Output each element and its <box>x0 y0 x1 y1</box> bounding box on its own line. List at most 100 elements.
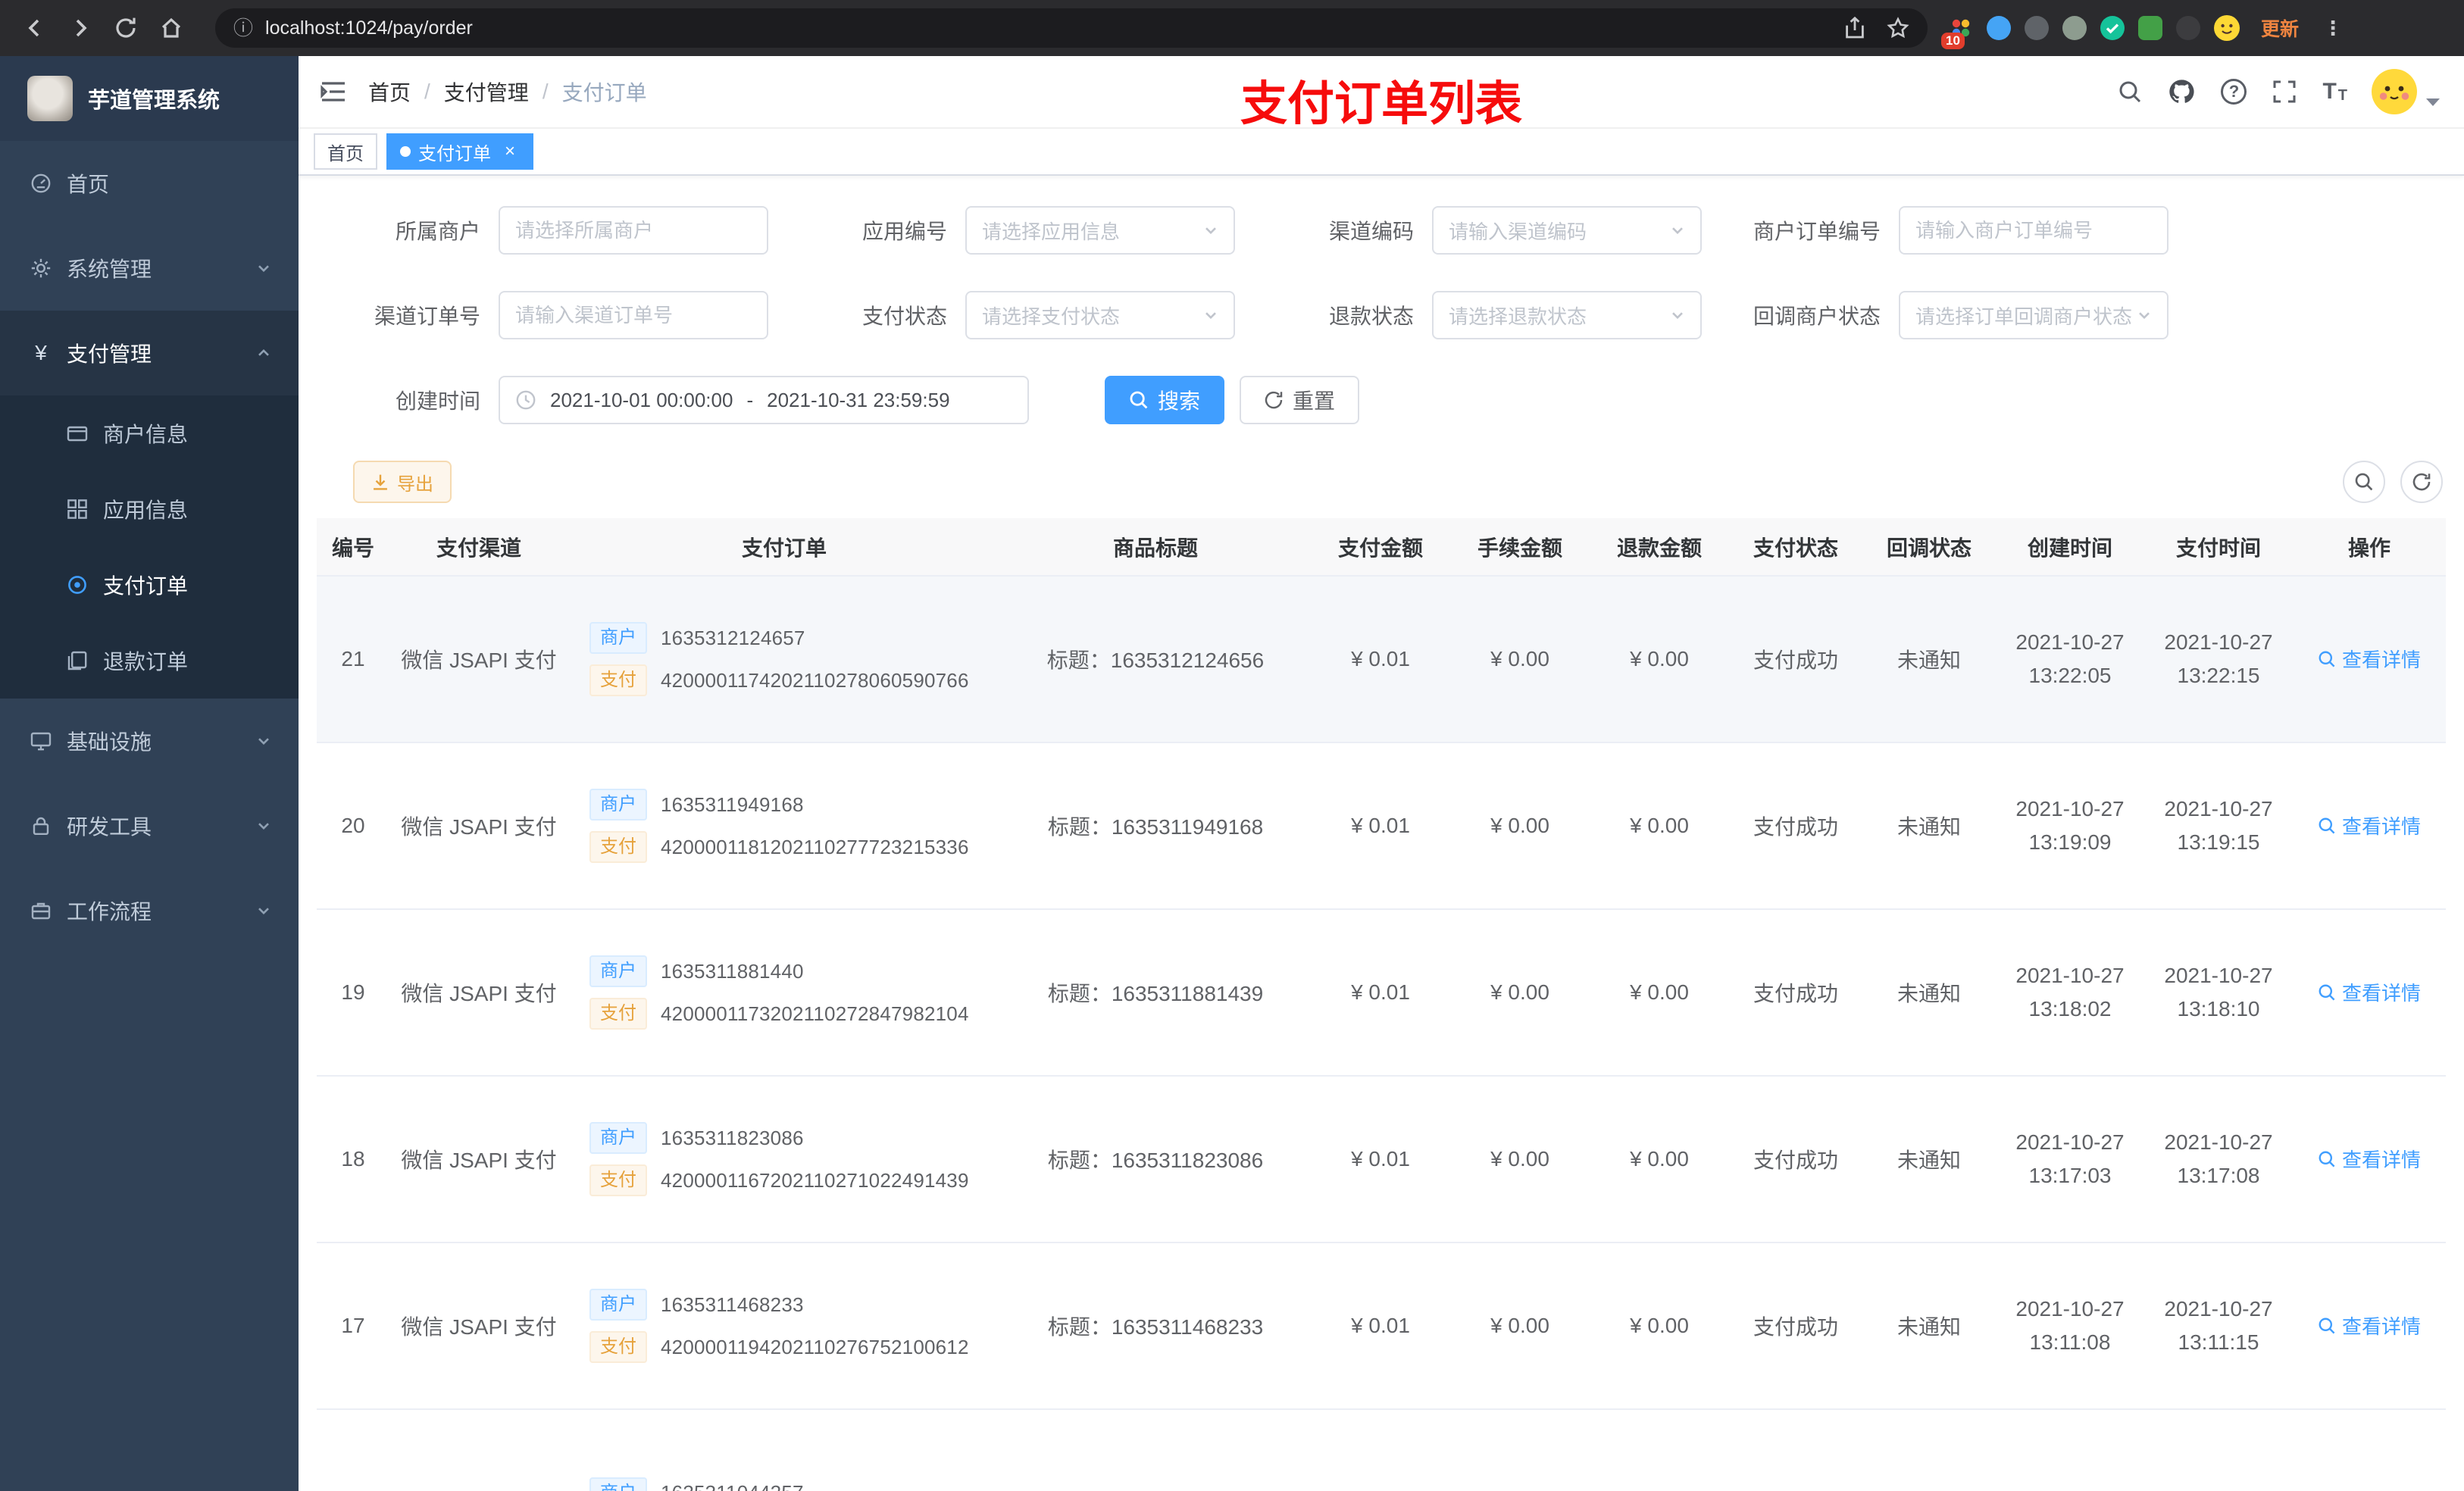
view-detail-link[interactable]: 查看详情 <box>2318 645 2421 673</box>
merchant-tag: 商户 <box>589 955 647 987</box>
pay-status-select[interactable]: 请选择支付状态 <box>965 291 1235 339</box>
col-header: 手续金额 <box>1450 518 1590 577</box>
refresh-table-button[interactable] <box>2400 461 2443 503</box>
browser-chrome: ⓘ localhost:1024/pay/order 10 更新 ⋮ <box>0 0 2464 56</box>
orders-table: 编号 支付渠道 支付订单 商品标题 支付金额 手续金额 退款金额 支付状态 回调… <box>299 518 2464 1491</box>
col-header: 支付金额 <box>1311 518 1450 577</box>
extension-circle-icon[interactable] <box>2025 16 2049 40</box>
tag-tabs-bar: 首页 支付订单 × <box>299 129 2464 176</box>
sidebar-item-dev-tools[interactable]: 研发工具 <box>0 783 299 868</box>
app-logo[interactable]: 芋道管理系统 <box>0 56 299 141</box>
reload-icon[interactable] <box>106 8 145 48</box>
extension-grid-icon[interactable]: 10 <box>1941 16 1973 49</box>
merchant-input[interactable] <box>499 206 768 255</box>
back-icon[interactable] <box>15 8 55 48</box>
sidebar-item-label: 系统管理 <box>67 258 152 281</box>
font-size-icon[interactable]: TT <box>2322 79 2347 105</box>
breadcrumb-separator: / <box>424 80 430 103</box>
app-select[interactable]: 请选择应用信息 <box>965 206 1235 255</box>
extension-chat-icon[interactable] <box>2138 16 2162 40</box>
briefcase-icon <box>30 900 52 921</box>
notify-status-select[interactable]: 请选择订单回调商户状态 <box>1899 291 2169 339</box>
clock-icon <box>515 389 536 411</box>
reset-button[interactable]: 重置 <box>1240 376 1360 424</box>
toggle-search-button[interactable] <box>2343 461 2385 503</box>
sidebar-item-pay-order[interactable]: 支付订单 <box>0 547 299 623</box>
breadcrumb: 首页 / 支付管理 / 支付订单 <box>368 77 647 107</box>
sidebar-item-home[interactable]: 首页 <box>0 141 299 226</box>
export-button[interactable]: 导出 <box>353 461 452 503</box>
avatar-caret-icon[interactable] <box>2426 98 2440 106</box>
merchant-order-no-input[interactable] <box>1899 206 2169 255</box>
filter-label: 应用编号 <box>861 220 947 243</box>
tab-pay-order[interactable]: 支付订单 × <box>386 133 533 170</box>
table-row-partial: 商户1635311044257 <box>317 1409 2446 1491</box>
extension-circle2-icon[interactable] <box>2062 16 2087 40</box>
logo-image <box>27 76 73 121</box>
sidebar-item-pay[interactable]: ¥ 支付管理 <box>0 311 299 395</box>
chrome-update-button[interactable]: 更新 <box>2253 11 2306 45</box>
extension-check-icon[interactable] <box>2100 16 2125 40</box>
channel-order-no-input[interactable] <box>499 291 768 339</box>
github-icon[interactable] <box>2168 78 2195 105</box>
view-detail-link[interactable]: 查看详情 <box>2318 978 2421 1006</box>
channel-code-select[interactable]: 请输入渠道编码 <box>1432 206 1702 255</box>
search-icon[interactable] <box>2118 80 2142 104</box>
sidebar-item-merchant-info[interactable]: 商户信息 <box>0 395 299 471</box>
sidebar-item-infra[interactable]: 基础设施 <box>0 699 299 783</box>
user-avatar[interactable] <box>2372 69 2417 114</box>
chrome-menu-icon[interactable]: ⋮ <box>2323 17 2343 40</box>
merchant-tag: 商户 <box>589 1477 647 1491</box>
merchant-tag: 商户 <box>589 1122 647 1154</box>
sidebar-item-workflow[interactable]: 工作流程 <box>0 868 299 953</box>
search-button[interactable]: 搜索 <box>1105 376 1225 424</box>
filter-label: 创建时间 <box>395 389 480 413</box>
help-icon[interactable]: ? <box>2221 79 2247 105</box>
col-header: 编号 <box>317 518 389 577</box>
fullscreen-icon[interactable] <box>2272 80 2297 104</box>
lock-icon <box>30 815 52 836</box>
grid-icon <box>67 499 88 520</box>
url-bar[interactable]: ⓘ localhost:1024/pay/order <box>215 8 1928 48</box>
pay-tag: 支付 <box>589 831 647 863</box>
table-row: 20 微信 JSAPI 支付 商户 1635311949168 支付 4200001… <box>317 742 2446 910</box>
gear-icon <box>30 258 52 279</box>
sidebar-item-label: 支付管理 <box>67 342 152 366</box>
view-detail-link[interactable]: 查看详情 <box>2318 1145 2421 1173</box>
filter-label: 所属商户 <box>395 220 480 243</box>
close-tab-icon[interactable]: × <box>500 142 520 161</box>
extension-pin-icon[interactable] <box>2176 16 2200 40</box>
bookmark-star-icon[interactable] <box>1887 17 1909 39</box>
chevron-down-icon <box>256 818 271 833</box>
date-separator: - <box>746 388 754 411</box>
tab-home[interactable]: 首页 <box>314 133 377 170</box>
page-overlay-title: 支付订单列表 <box>1240 78 1523 130</box>
site-info-icon[interactable]: ⓘ <box>233 18 253 38</box>
col-header: 创建时间 <box>1996 518 2144 577</box>
profile-avatar-icon[interactable] <box>2214 15 2240 41</box>
share-icon[interactable] <box>1844 17 1865 39</box>
breadcrumb-pay[interactable]: 支付管理 <box>444 77 529 107</box>
sidebar-item-label: 基础设施 <box>67 730 152 754</box>
merchant-tag: 商户 <box>589 1289 647 1321</box>
view-detail-link[interactable]: 查看详情 <box>2318 811 2421 839</box>
pay-tag: 支付 <box>589 1331 647 1363</box>
extension-drop-icon[interactable] <box>1987 16 2011 40</box>
col-header: 支付订单 <box>568 518 1000 577</box>
table-row: 19 微信 JSAPI 支付 商户 1635311881440 支付 4200001… <box>317 909 2446 1077</box>
sidebar-item-label: 退款订单 <box>103 650 189 674</box>
sidebar-item-system[interactable]: 系统管理 <box>0 226 299 311</box>
create-time-range-picker[interactable]: 2021-10-01 00:00:00 - 2021-10-31 23:59:5… <box>499 376 1029 424</box>
col-header: 支付时间 <box>2144 518 2293 577</box>
view-detail-link[interactable]: 查看详情 <box>2318 1311 2421 1339</box>
sidebar-item-refund-order[interactable]: 退款订单 <box>0 623 299 699</box>
monitor-icon <box>30 730 52 752</box>
forward-icon[interactable] <box>61 8 100 48</box>
browser-window: ⓘ localhost:1024/pay/order 10 更新 ⋮ 芋道管理系… <box>0 0 2464 1491</box>
sidebar-item-app-info[interactable]: 应用信息 <box>0 471 299 547</box>
breadcrumb-home[interactable]: 首页 <box>368 77 411 107</box>
home-icon[interactable] <box>152 8 191 48</box>
sidebar-toggle-icon[interactable] <box>320 80 347 104</box>
sidebar-item-label: 商户信息 <box>103 423 189 446</box>
refund-status-select[interactable]: 请选择退款状态 <box>1432 291 1702 339</box>
